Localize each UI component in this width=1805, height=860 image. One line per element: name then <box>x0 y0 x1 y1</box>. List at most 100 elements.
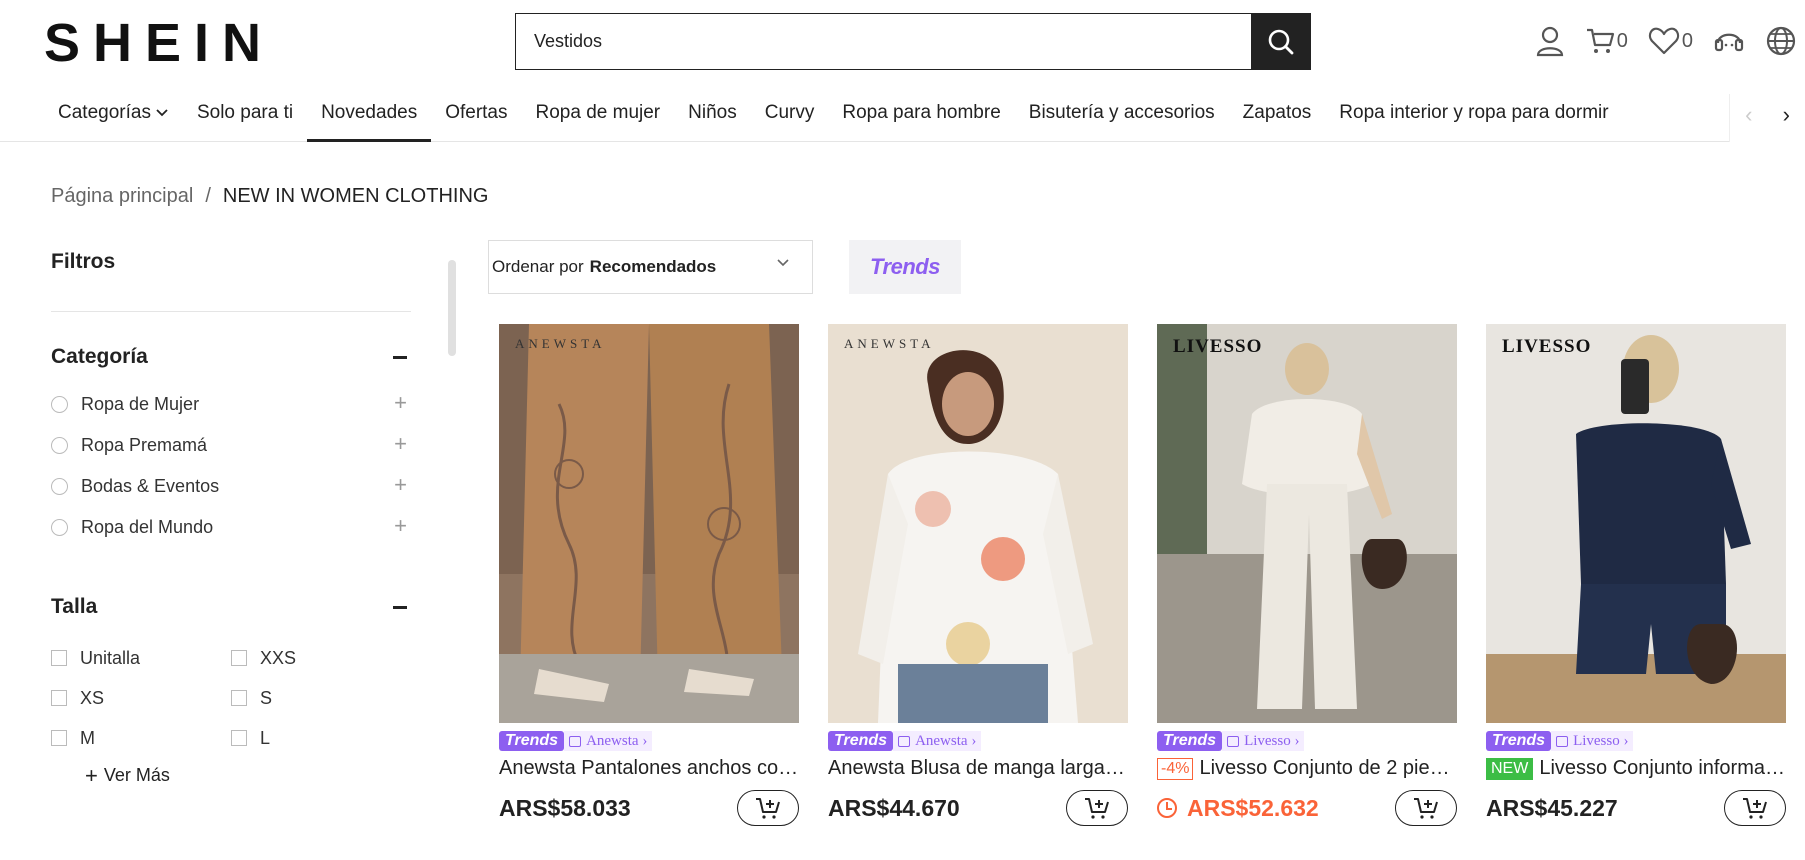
search-icon <box>1268 29 1293 54</box>
plus-icon: + <box>85 762 98 788</box>
cart-icon <box>1586 28 1614 53</box>
size-label: S <box>260 687 273 708</box>
checkbox[interactable] <box>231 690 247 706</box>
category-header[interactable]: Categoría <box>51 342 411 372</box>
category-label: Ropa del Mundo <box>81 517 214 537</box>
store-link[interactable]: Anewsta › <box>893 731 982 751</box>
add-to-cart-icon <box>1743 798 1767 819</box>
store-icon <box>1227 735 1240 747</box>
headset-icon <box>1714 33 1744 52</box>
add-to-cart-button[interactable] <box>737 790 799 826</box>
radio-button[interactable] <box>51 437 68 454</box>
product-card[interactable]: LIVESSO Trends Livesso › NEW Livesso Conj… <box>1486 324 1786 826</box>
collapse-icon <box>393 605 407 609</box>
brand-watermark: LIVESSO <box>1173 336 1263 357</box>
nav-item-novedades[interactable]: Novedades <box>307 94 432 142</box>
product-image[interactable]: ANEWSTA <box>499 324 799 723</box>
heart-icon <box>1648 27 1679 55</box>
breadcrumb-home[interactable]: Página principal <box>51 185 193 208</box>
expand-icon[interactable]: + <box>394 472 407 498</box>
radio-button[interactable] <box>51 519 68 536</box>
add-to-cart-button[interactable] <box>1066 790 1128 826</box>
nav-item-ropa-de-mujer[interactable]: Ropa de mujer <box>522 94 675 142</box>
product-title[interactable]: Anewsta Blusa de manga larga con bordado… <box>828 757 1128 780</box>
search-input[interactable] <box>516 14 1251 69</box>
store-name: Anewsta <box>586 733 639 749</box>
product-image[interactable]: LIVESSO <box>1157 324 1457 723</box>
store-link[interactable]: Anewsta › <box>564 731 653 751</box>
size-option[interactable]: XXS <box>231 646 411 670</box>
size-section: Talla Unitalla XXS XS S M L + Ver Más <box>51 592 411 786</box>
product-title-text: Anewsta Pantalones anchos con bordado fl… <box>499 757 799 779</box>
support-button[interactable] <box>1713 26 1745 56</box>
radio-button[interactable] <box>51 478 68 495</box>
product-card[interactable]: LIVESSO Trends Livesso › -4% Livesso Conj… <box>1157 324 1457 826</box>
category-list: Ropa de Mujer + Ropa Premamá + Bodas & Eve… <box>51 384 411 548</box>
language-button[interactable] <box>1765 25 1797 57</box>
trends-label: Trends <box>870 254 940 279</box>
size-option[interactable]: XS <box>51 686 231 710</box>
expand-icon[interactable]: + <box>394 431 407 457</box>
category-option[interactable]: Ropa Premamá + <box>51 425 411 466</box>
product-tags: Trends Anewsta › <box>828 731 1128 751</box>
size-option[interactable]: S <box>231 686 411 710</box>
sidebar-scrollbar[interactable] <box>448 260 456 356</box>
user-icon <box>1536 26 1563 57</box>
size-option[interactable]: Unitalla <box>51 646 231 670</box>
nav-item-ninos[interactable]: Niños <box>674 94 751 142</box>
product-tags: Trends Anewsta › <box>499 731 799 751</box>
trends-filter-button[interactable]: Trends <box>849 240 961 294</box>
nav-item-bisuteria[interactable]: Bisutería y accesorios <box>1015 94 1229 142</box>
search-button[interactable] <box>1251 14 1310 69</box>
product-card[interactable]: ANEWSTA Trends Anewsta › Anewsta Blusa d… <box>828 324 1128 826</box>
collapse-icon <box>393 355 407 359</box>
product-title-text: Livesso Conjunto de 2 piezas blusa y pan… <box>1199 757 1457 779</box>
product-title[interactable]: -4%Livesso Conjunto de 2 piezas blusa y … <box>1157 757 1457 780</box>
product-tags: Trends Livesso › <box>1486 731 1786 751</box>
new-badge: NEW <box>1486 757 1534 780</box>
checkbox[interactable] <box>51 730 67 746</box>
chevron-right-icon[interactable]: › <box>1783 102 1790 128</box>
cart-count: 0 <box>1616 29 1628 52</box>
show-more-sizes-button[interactable]: + Ver Más <box>85 762 411 788</box>
size-header[interactable]: Talla <box>51 592 411 622</box>
sort-value: Recomendados <box>589 257 717 276</box>
nav-item-curvy[interactable]: Curvy <box>751 94 829 142</box>
add-to-cart-button[interactable] <box>1724 790 1786 826</box>
product-image[interactable]: LIVESSO <box>1486 324 1786 723</box>
store-link[interactable]: Livesso › <box>1551 731 1634 751</box>
product-title[interactable]: NEWLivesso Conjunto informal camisa y sh… <box>1486 757 1786 780</box>
nav-item-zapatos[interactable]: Zapatos <box>1229 94 1326 142</box>
radio-button[interactable] <box>51 396 68 413</box>
nav-item-ropa-para-hombre[interactable]: Ropa para hombre <box>828 94 1014 142</box>
add-to-cart-icon <box>756 798 780 819</box>
product-title[interactable]: Anewsta Pantalones anchos con bordado fl… <box>499 757 799 780</box>
checkbox[interactable] <box>51 650 67 666</box>
product-card[interactable]: ANEWSTA Trends Anewsta › Anewsta Pantalo… <box>499 324 799 826</box>
size-option[interactable]: M <box>51 726 231 750</box>
sort-dropdown[interactable]: Ordenar por Recomendados <box>488 240 813 294</box>
product-photo <box>499 324 799 723</box>
size-option[interactable]: L <box>231 726 411 750</box>
expand-icon[interactable]: + <box>394 390 407 416</box>
category-option[interactable]: Bodas & Eventos + <box>51 466 411 507</box>
category-option[interactable]: Ropa de Mujer + <box>51 384 411 425</box>
account-button[interactable] <box>1535 25 1565 57</box>
chevron-left-icon[interactable]: ‹ <box>1745 102 1752 128</box>
cart-button[interactable]: 0 <box>1585 26 1628 56</box>
nav-item-ofertas[interactable]: Ofertas <box>431 94 521 142</box>
add-to-cart-button[interactable] <box>1395 790 1457 826</box>
product-grid: ANEWSTA Trends Anewsta › Anewsta Pantalo… <box>499 324 1786 826</box>
store-link[interactable]: Livesso › <box>1222 731 1305 751</box>
shein-logo[interactable]: SHEIN <box>44 13 274 73</box>
checkbox[interactable] <box>231 730 247 746</box>
category-option[interactable]: Ropa del Mundo + <box>51 507 411 548</box>
product-image[interactable]: ANEWSTA <box>828 324 1128 723</box>
nav-item-categorias[interactable]: Categorías <box>44 94 183 142</box>
expand-icon[interactable]: + <box>394 513 407 539</box>
checkbox[interactable] <box>51 690 67 706</box>
nav-item-solo-para-ti[interactable]: Solo para ti <box>183 94 307 142</box>
checkbox[interactable] <box>231 650 247 666</box>
nav-item-ropa-interior[interactable]: Ropa interior y ropa para dormir <box>1325 94 1622 142</box>
wishlist-button[interactable]: 0 <box>1648 26 1693 56</box>
